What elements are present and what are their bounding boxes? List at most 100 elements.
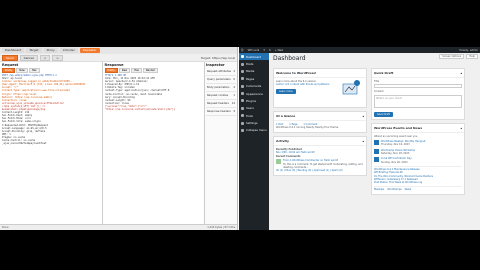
inspector-item[interactable]: Response headers 9 [206, 108, 236, 116]
prev-button[interactable]: < [39, 54, 51, 61]
welcome-panel-heading: Welcome to WordPress! [274, 69, 366, 78]
event-item: WordCamp Online Workshop Saturday, Nov 18… [374, 148, 462, 156]
target-label[interactable]: Target: https://wp.local [201, 56, 235, 60]
menu-item-media[interactable]: Media [239, 68, 269, 75]
menu-item-label: Collapse menu [246, 128, 267, 133]
inspector-item-label: Request headers [207, 102, 229, 105]
event-date: Sunday, Nov 26, 2023 [381, 160, 408, 164]
menu-plugins-icon [241, 99, 244, 103]
collapse-arrow-icon[interactable]: ▴ [460, 71, 462, 75]
comment-text: Hi, this is a comment. To get started wi… [283, 162, 363, 170]
menu-item-label: Posts [246, 62, 254, 67]
events-news-widget: WordPress Events and News ▴ Attend an upc… [371, 122, 465, 195]
inspector-panel: Inspector Request attributes 2 Query param… [205, 62, 237, 224]
draft-content-textarea[interactable]: What's on your mind? [374, 94, 462, 108]
request-tab-hex[interactable]: Hex [28, 68, 40, 73]
response-viewer[interactable]: HTTP/1.1 200 OK Date: Mon, 13 Nov 2023 10… [105, 74, 203, 111]
menu-item-settings[interactable]: Settings [239, 119, 269, 126]
updates-count[interactable]: 3 [263, 49, 265, 52]
inspector-item-count: 2 [233, 70, 235, 73]
wordcamps-link[interactable]: WordCamps [387, 188, 401, 191]
next-button[interactable]: > [52, 54, 63, 61]
menu-item-tools[interactable]: Tools [239, 112, 269, 119]
glance-body: 1 Post 1 Page 1 Comment WordPress 6.4.1 … [274, 121, 366, 132]
menu-item-pages[interactable]: Pages [239, 75, 269, 82]
news-item-link[interactable]: Post Status: This Week at WordPress.org [374, 181, 462, 184]
menu-item-comments[interactable]: Comments [239, 83, 269, 90]
quick-draft-title: Quick Draft [374, 71, 394, 75]
response-tab-hex[interactable]: Hex [131, 68, 143, 73]
wp-logo-icon[interactable]: Ⓦ [241, 48, 244, 52]
tab-intruder[interactable]: Intruder [59, 48, 78, 53]
tab-proxy[interactable]: Proxy [43, 48, 58, 53]
comment-filters[interactable]: All (1) | Mine (0) | Pending (0) | Appro… [276, 169, 364, 172]
request-tab-pretty[interactable]: Pretty [2, 68, 16, 73]
inspector-item-label: Request attributes [207, 70, 232, 73]
inspector-item[interactable]: Query parameters 0 [206, 76, 236, 84]
tab-dashboard[interactable]: Dashboard [2, 48, 25, 53]
menu-item-label: Plugins [246, 98, 257, 103]
menu-tools-icon [241, 114, 244, 118]
collapse-arrow-icon[interactable]: ▴ [362, 114, 364, 118]
wp-dashboard-main: Dashboard Screen Options Help Welcome to… [273, 54, 478, 230]
menu-item-plugins[interactable]: Plugins [239, 97, 269, 104]
dashboard-column-1: Welcome to WordPress! Learn more about t… [273, 68, 367, 179]
news-link[interactable]: News [405, 188, 411, 191]
response-pane: Response Pretty Raw Hex Render HTTP/1.1 … [102, 62, 205, 224]
cancel-button[interactable]: Cancel [19, 54, 38, 61]
collapse-arrow-icon[interactable]: ▴ [460, 126, 462, 130]
request-tab-raw[interactable]: Raw [16, 68, 28, 73]
inspector-item[interactable]: Body parameters 4 [206, 84, 236, 92]
response-tab-raw[interactable]: Raw [118, 68, 131, 73]
tab-target[interactable]: Target [26, 48, 42, 53]
inspector-item[interactable]: Request headers 14 [206, 100, 236, 108]
howdy-user-link[interactable]: Howdy, admin [459, 49, 478, 52]
recent-post-link[interactable]: Nov 13th, 10:02 am Hello world! [276, 151, 364, 154]
event-text: WordPress Meetup: Monthly Hangout Thursda… [381, 140, 425, 147]
draft-title-input[interactable] [374, 84, 462, 89]
inspector-item[interactable]: Request attributes 2 [206, 68, 236, 76]
welcome-learn-more-button[interactable]: Learn more [276, 88, 296, 94]
welcome-sub-link[interactable]: Author rich content with blocks and patt… [276, 83, 336, 86]
response-tab-pretty[interactable]: Pretty [104, 68, 118, 73]
event-text: Local WP Contributor Day Sunday, Nov 26, … [381, 157, 412, 164]
request-view-tabs: Pretty Raw Hex [2, 68, 100, 73]
menu-item-label: Users [246, 106, 254, 111]
send-button[interactable]: Send [2, 54, 18, 61]
burp-tab-bar: Dashboard Target Proxy Intruder Repeater [0, 47, 237, 54]
menu-comments-icon [241, 84, 244, 88]
screen-meta-links: Screen Options Help [439, 54, 478, 59]
menu-item-collapse-menu[interactable]: Collapse menu [239, 127, 269, 134]
menu-item-appearance[interactable]: Appearance [239, 90, 269, 97]
save-draft-button[interactable]: Save Draft [374, 111, 393, 117]
welcome-panel: Welcome to WordPress! Learn more about t… [273, 68, 367, 108]
site-name-link[interactable]: WP Local [248, 49, 260, 52]
menu-item-label: Dashboard [246, 54, 262, 59]
request-pane: Request Pretty Raw Hex POST /wp-admin/ad… [0, 62, 103, 224]
glance-title: At a Glance [276, 114, 296, 118]
wp-admin-bar: Ⓦ WP Local 3 0 + New Howdy, admin [239, 47, 480, 53]
events-list: WordPress Meetup: Monthly Hangout Thursda… [374, 140, 462, 164]
meetups-link[interactable]: Meetups [374, 188, 384, 191]
menu-item-posts[interactable]: Posts [239, 60, 269, 67]
request-editor[interactable]: POST /wp-admin/admin-ajax.php HTTP/1.1 Ho… [2, 74, 100, 145]
inspector-item[interactable]: Request cookies 1 [206, 92, 236, 100]
help-button[interactable]: Help [466, 54, 478, 59]
response-tab-render[interactable]: Render [143, 68, 158, 73]
comments-count[interactable]: 0 [269, 49, 271, 52]
collapse-arrow-icon[interactable]: ▴ [362, 139, 364, 143]
news-list: WordPress 6.4.1 Maintenance Release WP Br… [374, 165, 462, 184]
recent-comments-label: Recent Comments [276, 155, 301, 159]
menu-dashboard-icon [241, 55, 244, 59]
inspector-item-count: 0 [233, 78, 235, 81]
menu-item-users[interactable]: Users [239, 105, 269, 112]
menu-item-label: Settings [246, 121, 258, 126]
events-heading: WordPress Events and News ▴ [372, 124, 464, 133]
tab-repeater[interactable]: Repeater [79, 48, 100, 53]
new-content-link[interactable]: + New [275, 49, 284, 52]
menu-item-dashboard[interactable]: Dashboard [239, 53, 269, 61]
draft-content-label: Content [374, 90, 384, 94]
menu-item-label: Pages [246, 76, 255, 81]
calendar-icon [374, 148, 379, 154]
screen-options-button[interactable]: Screen Options [439, 54, 465, 59]
